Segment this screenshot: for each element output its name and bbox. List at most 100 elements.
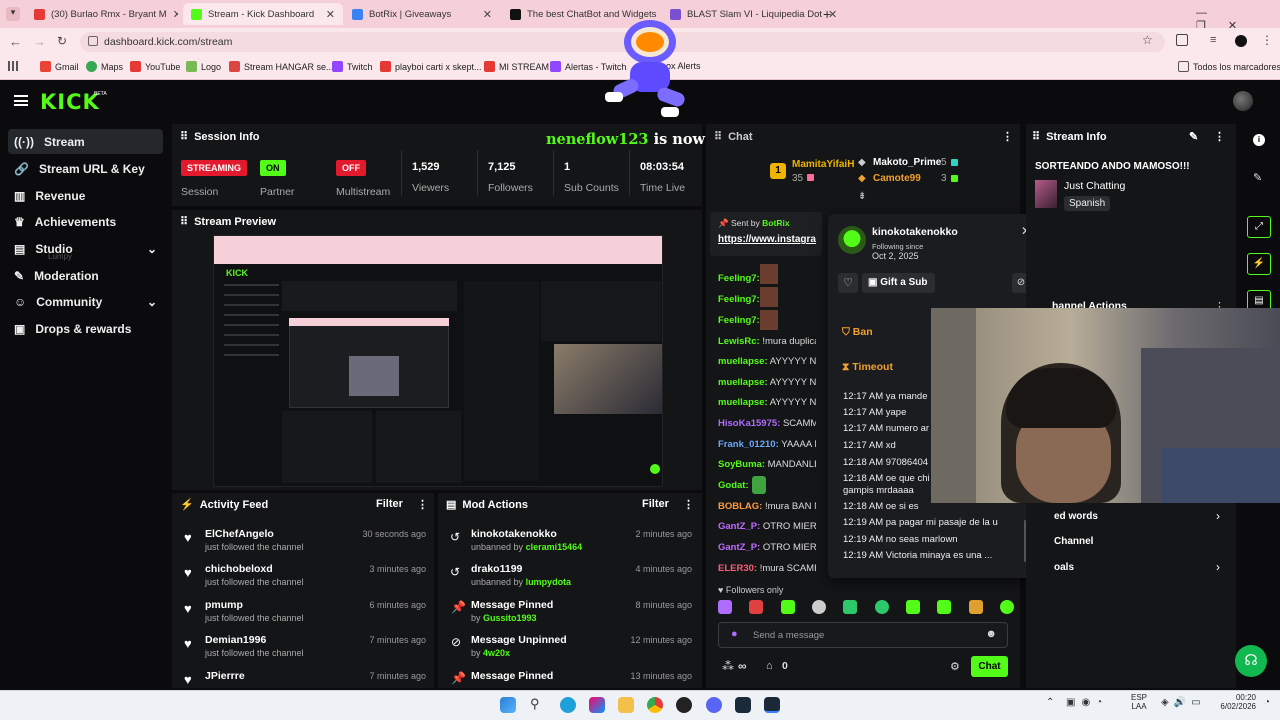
- gift-sub-button[interactable]: ▣ Gift a Sub: [862, 273, 935, 293]
- tab-list-button[interactable]: ▾: [6, 7, 20, 21]
- app-icon[interactable]: [735, 697, 751, 713]
- timeout-button[interactable]: ⧗ Timeout: [836, 355, 932, 379]
- feed-name[interactable]: JPierrre: [205, 670, 245, 682]
- mod-name[interactable]: kinokotakenokko: [471, 528, 557, 540]
- chat-user[interactable]: BOBLAG:: [718, 501, 762, 512]
- multistream-badge[interactable]: OFF: [336, 160, 366, 176]
- sidebar-item-community[interactable]: ☺ Community ⌄: [8, 289, 163, 314]
- chat-user[interactable]: Feeling7:: [718, 294, 760, 305]
- stream-preview-video[interactable]: KICK: [213, 235, 663, 487]
- top-gifter-name[interactable]: MamitaYifaiH: [792, 159, 854, 170]
- mod-sub-user[interactable]: 4w20x: [483, 648, 510, 658]
- emote[interactable]: [968, 600, 983, 614]
- chevron-up-icon[interactable]: ⌃: [1046, 697, 1054, 708]
- mod-sub-user[interactable]: cleramí15464: [526, 542, 583, 552]
- chat-user[interactable]: GantZ_P:: [718, 542, 760, 553]
- mic-icon[interactable]: ●: [731, 628, 738, 640]
- feed-name[interactable]: Demian1996: [205, 634, 266, 646]
- discord-icon[interactable]: [706, 697, 722, 713]
- emote[interactable]: [937, 600, 952, 614]
- back-icon[interactable]: ←: [9, 34, 22, 49]
- chat-user[interactable]: LewisRc:: [718, 336, 760, 347]
- emote[interactable]: [843, 600, 858, 614]
- chat-user[interactable]: muellapse:: [718, 377, 768, 388]
- filter-button[interactable]: Filter: [376, 498, 403, 510]
- user-avatar[interactable]: [1233, 91, 1253, 111]
- chat-user[interactable]: Feeling7:: [718, 273, 760, 284]
- gear-icon[interactable]: ⚙: [950, 660, 960, 673]
- feed-name[interactable]: chichobeloxd: [205, 563, 273, 575]
- feed-name[interactable]: pmump: [205, 599, 243, 611]
- system-icons[interactable]: ◈🔊▭: [1161, 697, 1206, 708]
- reload-icon[interactable]: ↻: [57, 34, 67, 48]
- filter-button[interactable]: Filter: [642, 498, 669, 510]
- emote[interactable]: [718, 600, 732, 614]
- chat-user[interactable]: muellapse:: [718, 356, 768, 367]
- bookmark-twitch[interactable]: Twitch: [332, 61, 373, 72]
- chat-send-button[interactable]: Chat: [971, 656, 1008, 677]
- more-icon[interactable]: ⋮: [683, 498, 694, 511]
- pencil-icon[interactable]: ✎: [1253, 171, 1262, 184]
- emote[interactable]: [905, 600, 920, 614]
- info-icon[interactable]: i: [1253, 134, 1265, 146]
- chat-user[interactable]: Feeling7:: [718, 315, 760, 326]
- mod-sub-user[interactable]: Gussito1993: [483, 613, 537, 623]
- sidebar-item-revenue[interactable]: ▥ Revenue: [8, 183, 163, 208]
- bookmark-stream-hangar[interactable]: Stream HANGAR se...: [229, 61, 334, 72]
- pinned-link[interactable]: https://www.instagra: [718, 234, 818, 245]
- emote[interactable]: [999, 600, 1014, 614]
- sidebar-item-achievements[interactable]: ♛ Achievements: [8, 209, 163, 234]
- chat-user[interactable]: ELER30:: [718, 563, 757, 574]
- edge-icon[interactable]: [560, 697, 576, 713]
- emote[interactable]: [874, 600, 889, 614]
- tab-botrix-giveaways[interactable]: BotRix | Giveaways ✕: [344, 3, 500, 25]
- emote[interactable]: [749, 600, 764, 614]
- folder-icon[interactable]: [618, 697, 634, 713]
- close-icon[interactable]: ✕: [483, 8, 492, 21]
- pinned-user[interactable]: BotRix: [762, 218, 789, 228]
- chat-user[interactable]: HisoKa15975:: [718, 418, 780, 429]
- new-tab-button[interactable]: +: [823, 6, 831, 22]
- chat-user[interactable]: Frank_01210:: [718, 439, 779, 450]
- chevron-right-icon[interactable]: ›: [1216, 560, 1220, 574]
- search-icon[interactable]: ⚲: [530, 696, 540, 712]
- blocked-words-row[interactable]: ed words: [1054, 511, 1098, 522]
- kick-logo[interactable]: KICK: [40, 90, 100, 114]
- more-icon[interactable]: ⋮: [1002, 130, 1013, 143]
- category-name[interactable]: Just Chatting: [1064, 180, 1125, 192]
- gifter-name[interactable]: Makoto_Prime: [873, 157, 941, 168]
- follow-heart-button[interactable]: ♡: [838, 273, 858, 293]
- ban-button[interactable]: ⛉ Ban: [836, 320, 932, 344]
- partner-badge[interactable]: ON: [260, 160, 286, 176]
- input-language[interactable]: ESP LAA: [1131, 693, 1147, 711]
- emote[interactable]: [780, 600, 795, 614]
- bookmark-youtube[interactable]: YouTube: [130, 61, 180, 72]
- clock[interactable]: 00:20 6/02/2026: [1220, 693, 1256, 711]
- tab-kick-dashboard[interactable]: Stream - Kick Dashboard ✕: [183, 3, 343, 25]
- more-icon[interactable]: ⋮: [417, 498, 428, 511]
- profile-avatar[interactable]: [1235, 35, 1247, 47]
- sidebar-item-stream-url[interactable]: 🔗 Stream URL & Key: [8, 156, 163, 181]
- media-icon[interactable]: ≡: [1210, 34, 1216, 46]
- chat-user[interactable]: muellapse:: [718, 397, 768, 408]
- tray-icons[interactable]: ▣◉◔: [1066, 697, 1108, 708]
- copilot-icon[interactable]: [589, 697, 605, 713]
- mod-sub-user[interactable]: lumpydota: [526, 577, 572, 587]
- steam-icon[interactable]: [764, 697, 780, 713]
- goals-row[interactable]: oals: [1054, 562, 1074, 573]
- menu-icon[interactable]: ⋮: [1261, 33, 1273, 47]
- chevron-right-icon[interactable]: ›: [1216, 509, 1220, 523]
- channel-row[interactable]: Channel: [1054, 536, 1093, 547]
- support-icon[interactable]: ☊: [1235, 645, 1267, 677]
- sidebar-item-studio[interactable]: ▤ Studio ⌄: [8, 236, 163, 261]
- hamburger-icon[interactable]: [14, 95, 28, 106]
- mod-name[interactable]: drako1199: [471, 563, 522, 575]
- forward-icon[interactable]: →: [33, 34, 46, 49]
- tab-youtube[interactable]: (30) Burlao Rmx - Bryant M ✕: [26, 3, 178, 25]
- site-info-icon[interactable]: [88, 36, 98, 46]
- obs-icon[interactable]: [676, 697, 692, 713]
- emoji-icon[interactable]: ☻: [985, 628, 997, 640]
- notification-icon[interactable]: ◔: [1264, 697, 1270, 708]
- chat-user[interactable]: GantZ_P:: [718, 521, 760, 532]
- feed-name[interactable]: ElChefAngelo: [205, 528, 274, 540]
